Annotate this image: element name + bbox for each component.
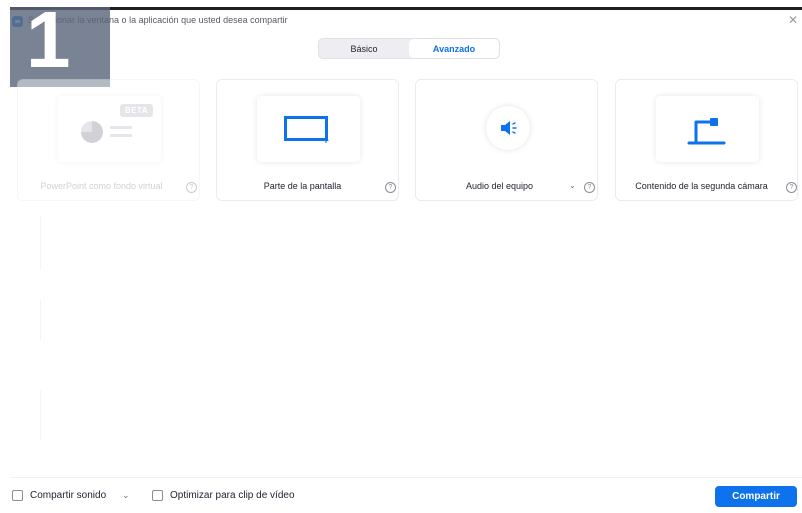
slide-lines-icon bbox=[110, 126, 132, 142]
option-label: PowerPoint como fondo virtual bbox=[40, 181, 163, 191]
option-thumbnail bbox=[456, 96, 559, 162]
share-sound-checkbox[interactable] bbox=[12, 490, 23, 501]
beta-badge: BETA bbox=[119, 104, 153, 117]
speaker-icon bbox=[486, 106, 530, 150]
powerpoint-icon bbox=[81, 121, 103, 143]
share-button[interactable]: Compartir bbox=[715, 486, 797, 507]
help-icon[interactable]: ? bbox=[385, 182, 396, 193]
optimize-video-label[interactable]: Optimizar para clip de vídeo bbox=[170, 490, 295, 501]
screen-portion-icon bbox=[284, 116, 328, 141]
title-bar: Seleccionar la ventana o la aplicación q… bbox=[10, 12, 802, 34]
option-screen-portion[interactable]: + Parte de la pantalla ? bbox=[216, 79, 399, 201]
step-number: 1 bbox=[26, 0, 71, 84]
divider bbox=[10, 300, 41, 340]
plus-icon: + bbox=[323, 136, 329, 147]
optimize-video-checkbox[interactable] bbox=[152, 490, 163, 501]
help-icon[interactable]: ? bbox=[584, 182, 595, 193]
option-computer-audio[interactable]: Audio del equipo ⌄ ? bbox=[415, 79, 598, 201]
chevron-down-icon[interactable]: ⌄ bbox=[569, 181, 576, 190]
window-top-border bbox=[10, 7, 802, 10]
option-thumbnail: + bbox=[257, 96, 360, 162]
document-camera-icon bbox=[687, 118, 726, 145]
share-sound-label[interactable]: Compartir sonido bbox=[30, 490, 106, 501]
divider bbox=[10, 215, 41, 270]
option-thumbnail: BETA bbox=[58, 96, 161, 162]
tab-basico[interactable]: Básico bbox=[319, 39, 409, 58]
chevron-down-icon[interactable]: ⌄ bbox=[122, 490, 130, 501]
close-icon[interactable]: ✕ bbox=[788, 14, 798, 26]
option-powerpoint-background[interactable]: BETA PowerPoint como fondo virtual ? bbox=[17, 79, 200, 201]
divider bbox=[10, 390, 41, 440]
option-label: Parte de la pantalla bbox=[263, 181, 342, 191]
tab-avanzado[interactable]: Avanzado bbox=[409, 39, 499, 58]
help-icon[interactable]: ? bbox=[186, 182, 197, 193]
option-second-camera[interactable]: Contenido de la segunda cámara ? bbox=[615, 79, 798, 201]
option-thumbnail bbox=[656, 96, 759, 162]
footer-divider bbox=[10, 477, 802, 478]
option-label: Contenido de la segunda cámara bbox=[635, 181, 768, 191]
help-icon[interactable]: ? bbox=[786, 182, 797, 193]
share-mode-tabs: Básico Avanzado bbox=[318, 38, 500, 59]
step-number-overlay: 1 bbox=[10, 0, 110, 87]
